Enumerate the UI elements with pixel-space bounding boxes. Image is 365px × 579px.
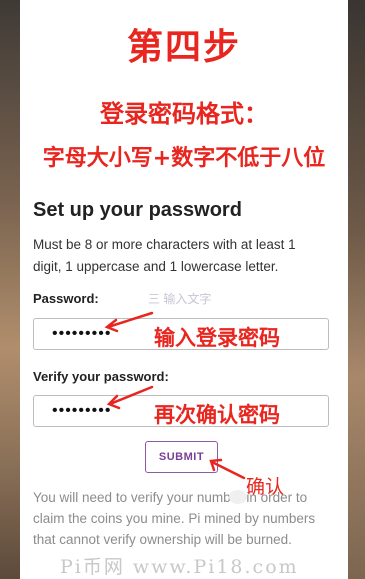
verify-password-label: Verify your password: [33, 369, 169, 384]
background-left [0, 0, 22, 579]
confirm-annotation: 确认 [246, 476, 285, 498]
verify-masked-value: ••••••••• [52, 402, 112, 419]
password-requirements: Must be 8 or more characters with at lea… [33, 237, 296, 274]
input-hint-overlay: 三 输入文字 [148, 292, 212, 306]
password-setup-card: 第四步 登录密码格式： 字母大小写+数字不低于八位 Set up your pa… [20, 0, 348, 579]
password-label: Password: [33, 291, 99, 306]
format-rule-annotation: 字母大小写+数字不低于八位 [42, 146, 326, 171]
reenter-password-annotation: 再次确认密码 [154, 403, 280, 427]
enter-password-annotation: 输入登录密码 [154, 326, 280, 350]
obscure-blob [229, 490, 247, 504]
watermark: Pi币网 www.Pi18.com [60, 556, 299, 578]
format-title-annotation: 登录密码格式： [100, 100, 268, 128]
password-masked-value: ••••••••• [52, 325, 112, 342]
page-title: Set up your password [33, 199, 242, 221]
step-title-annotation: 第四步 [126, 27, 241, 68]
submit-button[interactable]: SUBMIT [145, 441, 218, 473]
background-right [345, 0, 365, 579]
